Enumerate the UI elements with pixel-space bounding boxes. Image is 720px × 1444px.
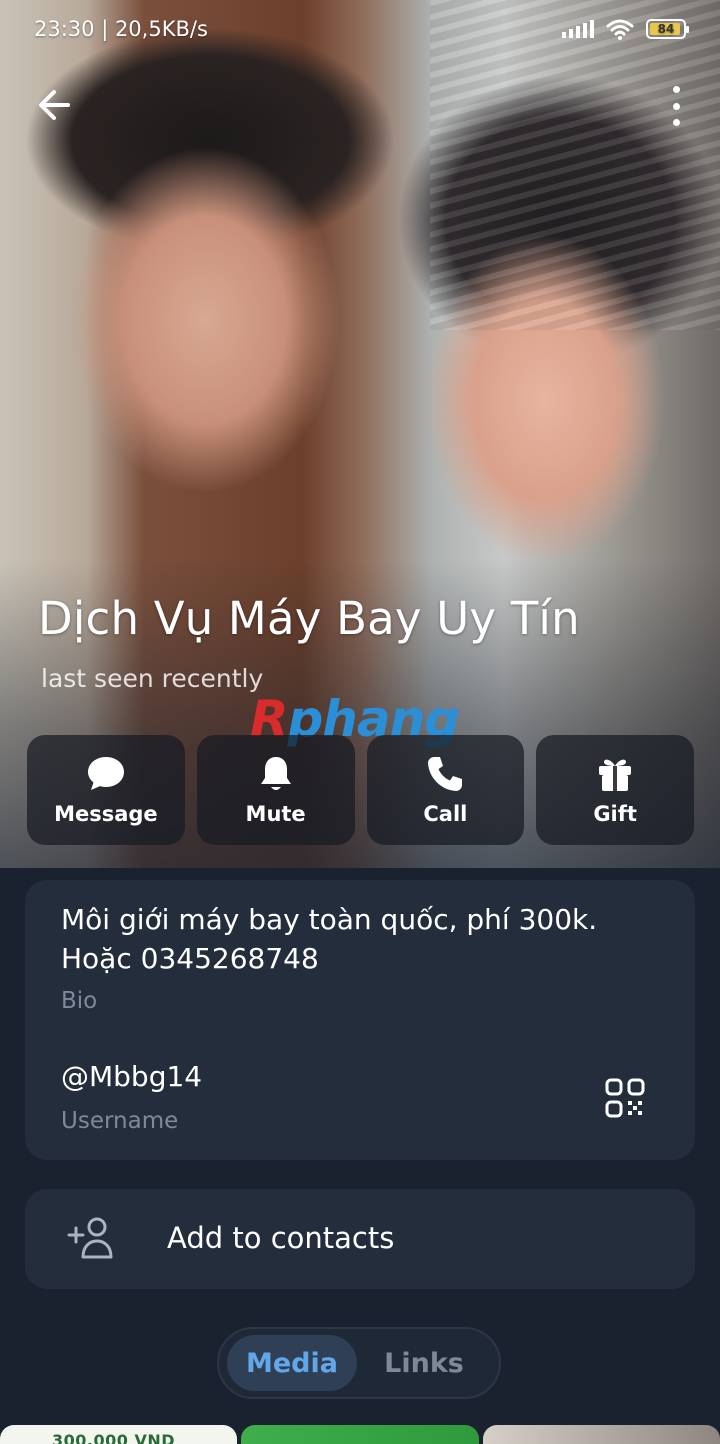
qr-code-icon[interactable] [605, 1078, 645, 1118]
status-time-speed: 23:30 | 20,5KB/s [34, 17, 208, 41]
wifi-icon [606, 19, 634, 40]
media-thumbnail[interactable]: 300.000 VND [0, 1425, 238, 1444]
gift-label: Gift [593, 802, 637, 826]
mute-button[interactable]: Mute [196, 735, 355, 845]
message-button[interactable]: Message [27, 735, 185, 845]
media-thumbnail[interactable] [241, 1425, 479, 1444]
gift-button[interactable]: Gift [536, 735, 694, 845]
info-card: Môi giới máy bay toàn quốc, phí 300k. Ho… [25, 880, 695, 1160]
battery-level: 84 [657, 22, 675, 36]
call-label: Call [423, 802, 468, 826]
media-tabs: Media Links [217, 1327, 501, 1399]
chat-bubble-icon [87, 757, 124, 790]
add-to-contacts-label: Add to contacts [167, 1221, 395, 1255]
bio-text[interactable]: Môi giới máy bay toàn quốc, phí 300k. Ho… [61, 900, 661, 978]
phone-icon [428, 757, 463, 791]
media-thumbnail[interactable] [482, 1425, 720, 1444]
back-arrow-icon[interactable] [34, 84, 76, 126]
tab-links[interactable]: Links [357, 1335, 491, 1391]
signal-icon [562, 20, 594, 38]
username-value[interactable]: @Mbbg14 [61, 1060, 202, 1093]
profile-name: Dịch Vụ Máy Bay Uy Tín [38, 592, 580, 645]
message-label: Message [54, 802, 158, 826]
more-options-icon[interactable] [670, 86, 682, 126]
bell-icon [260, 757, 291, 790]
tab-media[interactable]: Media [227, 1335, 357, 1391]
status-bar: 23:30 | 20,5KB/s 84 [34, 14, 689, 44]
last-seen-status: last seen recently [41, 664, 264, 693]
bio-label: Bio [61, 988, 98, 1014]
call-button[interactable]: Call [366, 735, 525, 845]
photo-background-roof [430, 0, 720, 330]
media-grid: 300.000 VND [0, 1425, 720, 1444]
gift-icon [599, 759, 632, 791]
add-to-contacts-button[interactable]: Add to contacts [25, 1189, 695, 1289]
battery-icon: 84 [646, 19, 689, 39]
thumbnail-caption: 300.000 VND [52, 1431, 175, 1444]
mute-label: Mute [245, 802, 306, 826]
profile-actions: Message Mute Call Gift [27, 735, 694, 845]
add-person-icon [67, 1217, 113, 1259]
username-label: Username [61, 1108, 179, 1134]
